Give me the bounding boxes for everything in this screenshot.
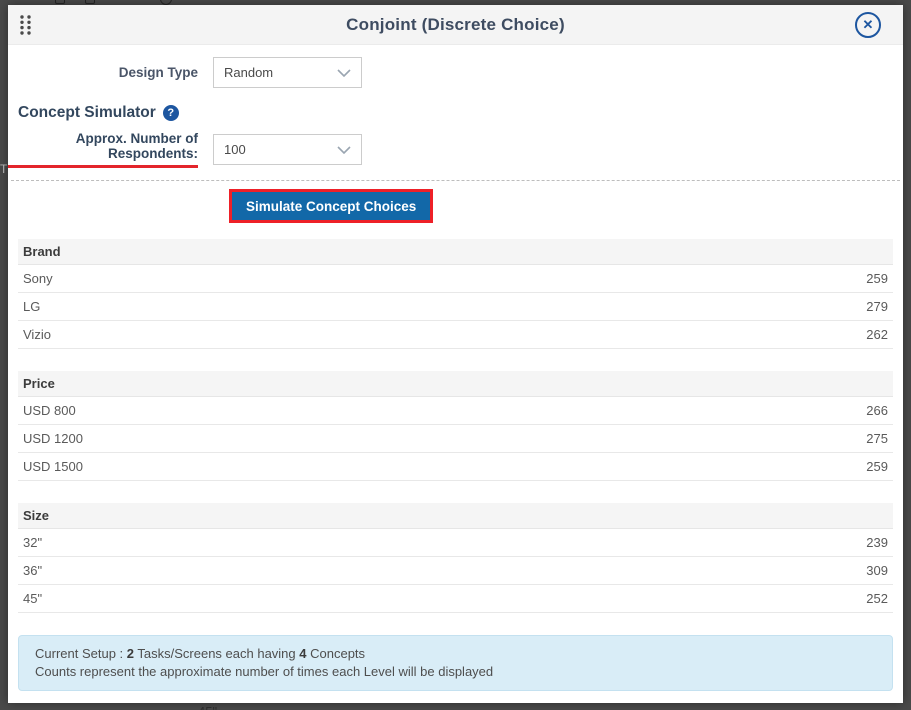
chevron-down-icon [337,69,351,77]
level-label: LG [23,299,40,314]
concept-simulator-heading: Concept Simulator ? [18,104,903,122]
table-row: Vizio 262 [18,321,893,349]
level-count: 279 [866,299,888,314]
level-count: 239 [866,535,888,550]
conjoint-modal: Conjoint (Discrete Choice) ✕ Design Type… [8,5,903,703]
level-count: 259 [866,271,888,286]
chevron-down-icon [337,146,351,154]
level-count: 252 [866,591,888,606]
button-container: Simulate Concept Choices [8,189,903,223]
current-setup-info: Current Setup : 2 Tasks/Screens each hav… [18,635,893,691]
respondents-label: Approx. Number of Respondents: [8,131,213,168]
table-row: USD 1500 259 [18,453,893,481]
level-label: Sony [23,271,53,286]
level-count: 262 [866,327,888,342]
background-copy-icon [55,0,65,4]
level-count: 266 [866,403,888,418]
design-type-row: Design Type Random [8,57,903,88]
modal-header: Conjoint (Discrete Choice) ✕ [8,5,903,45]
table-row: USD 800 266 [18,397,893,425]
level-count: 275 [866,431,888,446]
table-row: Sony 259 [18,265,893,293]
level-label: 45" [23,591,42,606]
table-row: LG 279 [18,293,893,321]
background-copy-icon [85,0,95,4]
table-header: Size [18,503,893,529]
simulate-concept-choices-button[interactable]: Simulate Concept Choices [229,189,433,223]
tasks-count: 2 [127,646,134,661]
concept-simulator-title: Concept Simulator [18,104,156,122]
table-row: USD 1200 275 [18,425,893,453]
respondents-row: Approx. Number of Respondents: 100 [8,131,903,168]
price-table: Price USD 800 266 USD 1200 275 USD 1500 … [18,371,893,481]
level-label: USD 800 [23,403,76,418]
modal-title: Conjoint (Discrete Choice) [8,15,903,35]
respondents-select[interactable]: 100 [213,134,362,165]
level-count: 259 [866,459,888,474]
level-label: USD 1500 [23,459,83,474]
table-row: 36" 309 [18,557,893,585]
close-icon[interactable]: ✕ [855,12,881,38]
table-row: 45" 252 [18,585,893,613]
table-header: Price [18,371,893,397]
background-page-fragment: 45" [198,704,238,710]
size-table: Size 32" 239 36" 309 45" 252 [18,503,893,613]
info-line-2: Counts represent the approximate number … [35,663,876,681]
table-row: 32" 239 [18,529,893,557]
help-icon[interactable]: ? [163,105,179,121]
dashed-divider [11,180,900,181]
level-label: Vizio [23,327,51,342]
level-label: 32" [23,535,42,550]
brand-table: Brand Sony 259 LG 279 Vizio 262 [18,239,893,349]
level-label: USD 1200 [23,431,83,446]
design-type-label: Design Type [8,65,213,80]
level-label: 36" [23,563,42,578]
level-count-tables: Brand Sony 259 LG 279 Vizio 262 Price US… [18,239,893,613]
respondents-value: 100 [224,142,246,157]
concepts-count: 4 [299,646,306,661]
design-type-value: Random [224,65,273,80]
info-line-1: Current Setup : 2 Tasks/Screens each hav… [35,645,876,663]
design-type-select[interactable]: Random [213,57,362,88]
table-header: Brand [18,239,893,265]
level-count: 309 [866,563,888,578]
background-page-fragment: T [0,162,8,176]
